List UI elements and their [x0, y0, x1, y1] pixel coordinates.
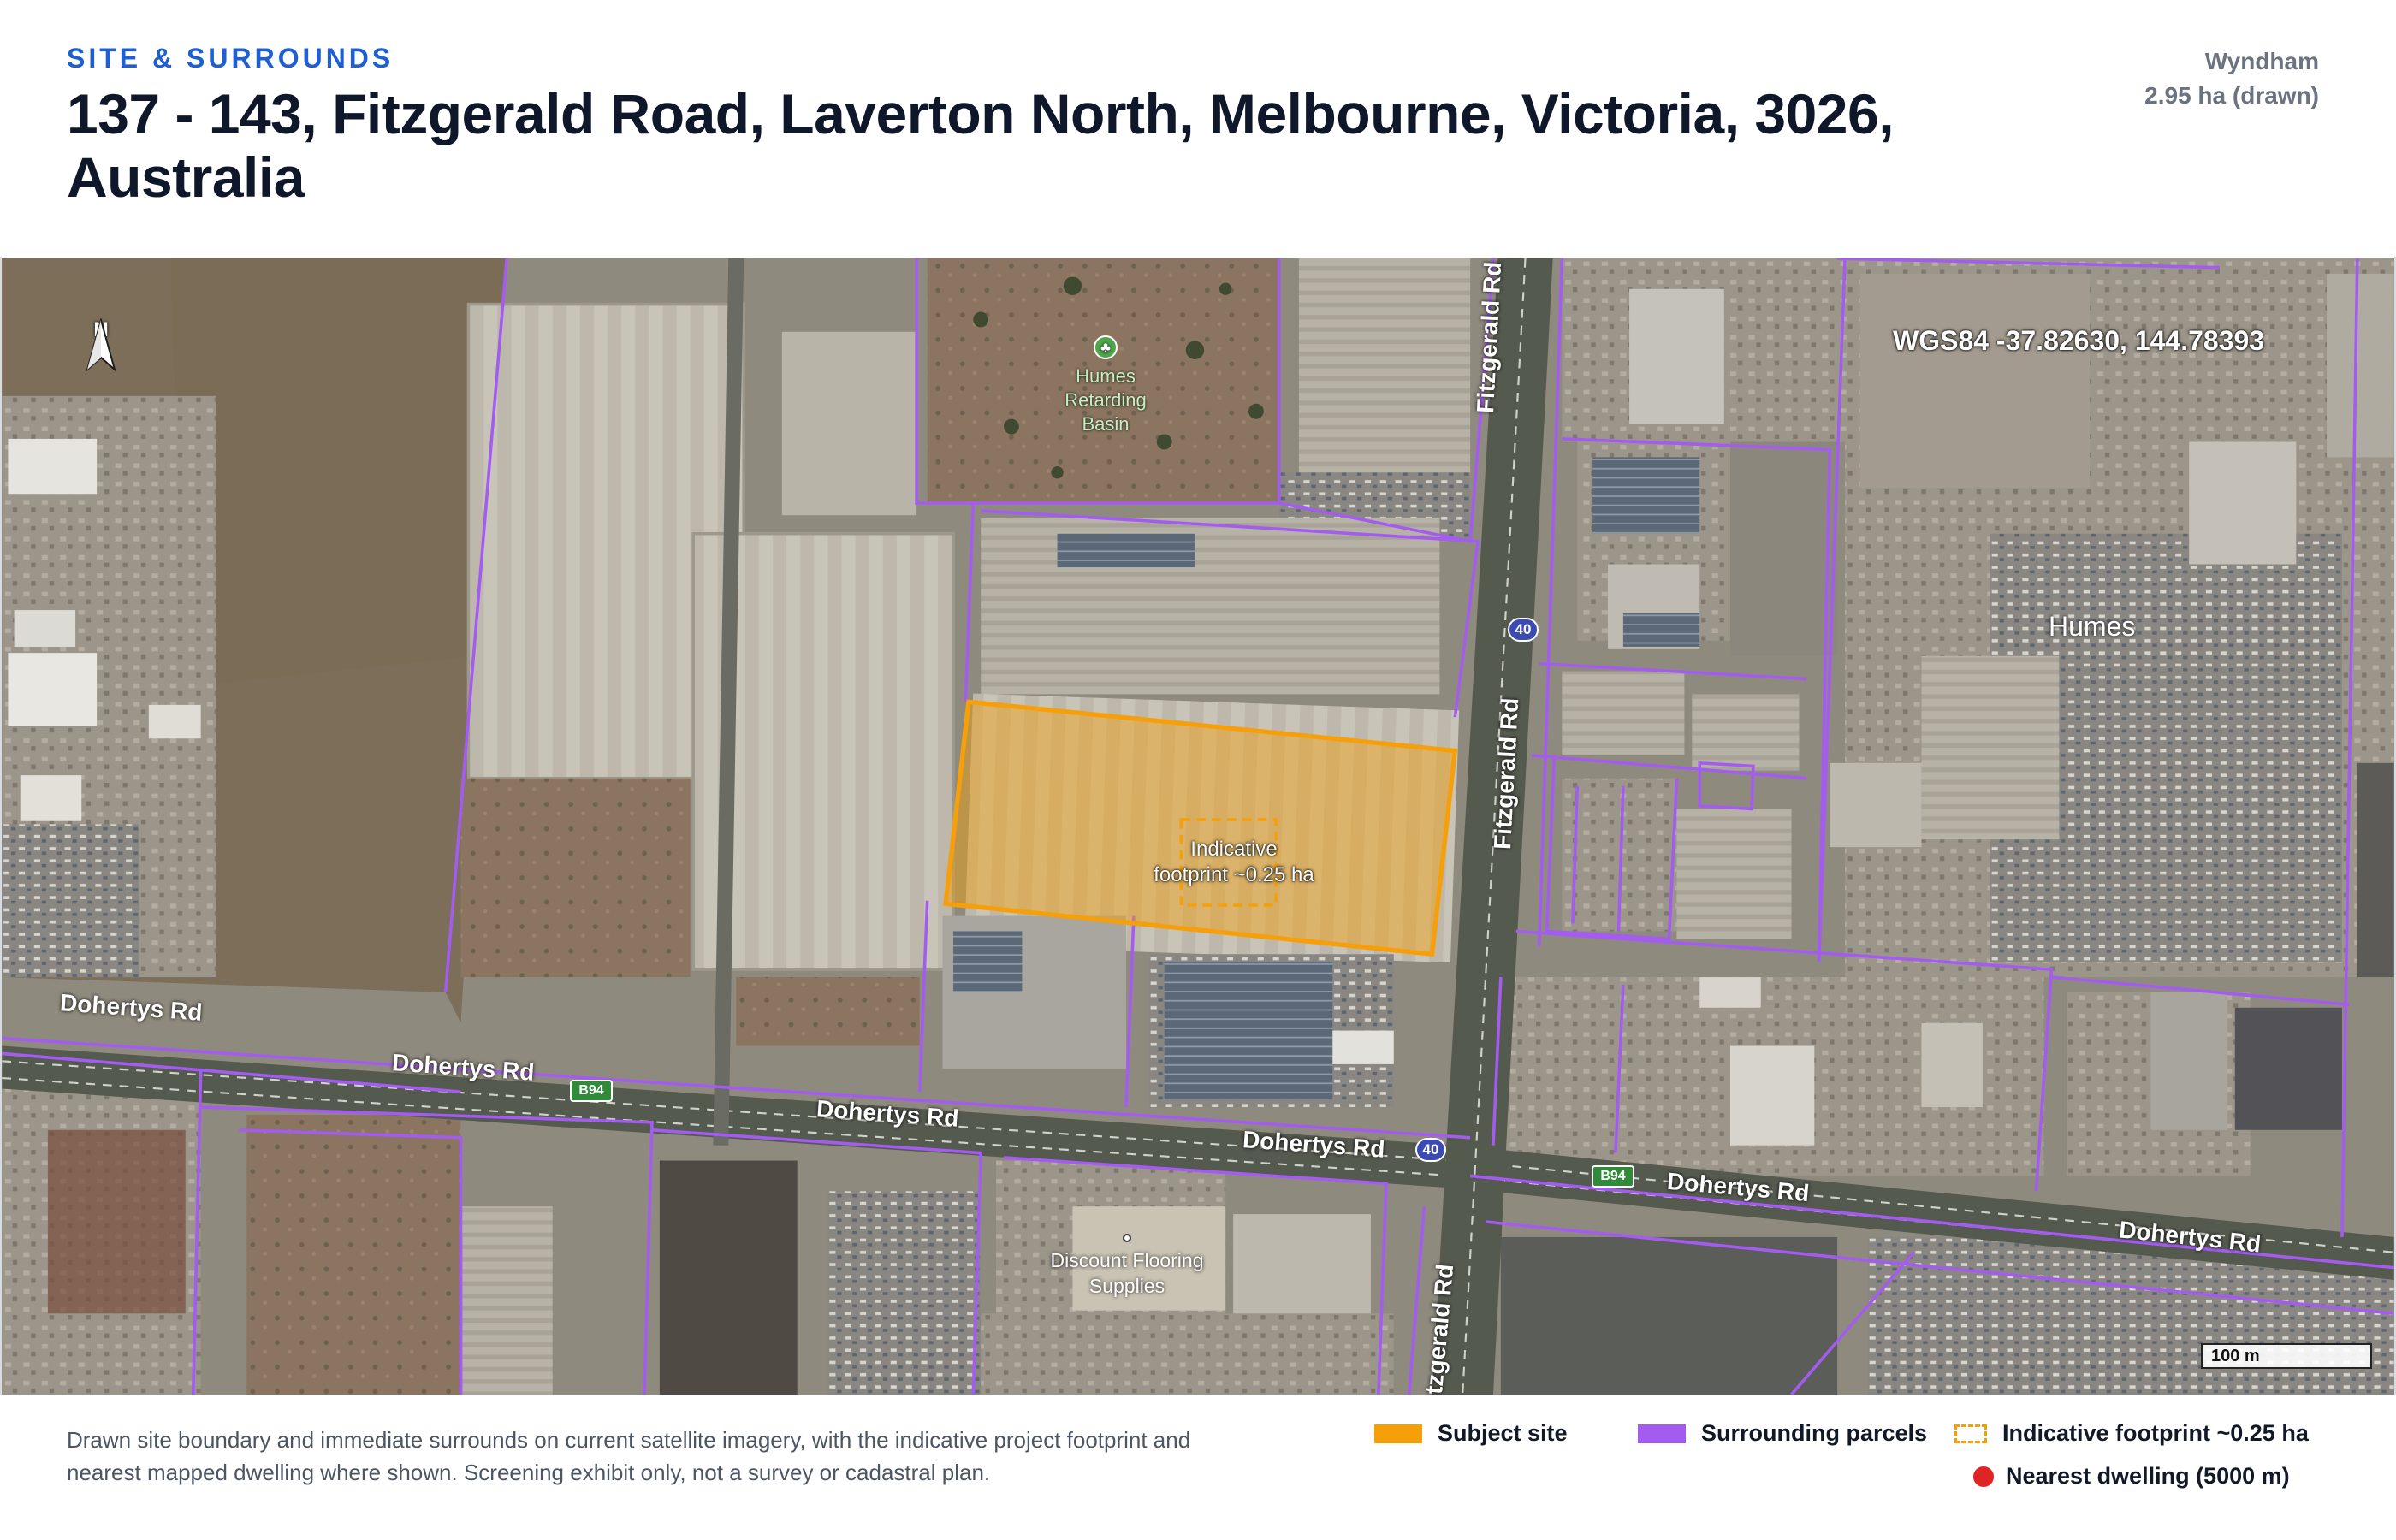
poi-dot-icon — [1123, 1234, 1131, 1242]
footprint-swatch — [1954, 1424, 1987, 1443]
scale-bar: 100 m — [2201, 1343, 2372, 1369]
coords-readout: WGS84 -37.82630, 144.78393 — [1893, 325, 2265, 356]
park-icon: ♣ — [1094, 335, 1118, 359]
route-shield-40-1: 40 — [1508, 618, 1539, 642]
map-caption: Drawn site boundary and immediate surrou… — [67, 1427, 1191, 1485]
section-kicker: SITE & SURROUNDS — [67, 43, 394, 74]
map-legend: Subject site Surrounding parcels Indicat… — [1304, 1420, 2331, 1514]
north-arrow: N — [82, 318, 120, 372]
header: SITE & SURROUNDS 137 - 143, Fitzgerald R… — [0, 0, 2396, 257]
route-shield-b94-1: B94 — [570, 1080, 613, 1102]
page-title: 137 - 143, Fitzgerald Road, Laverton Nor… — [67, 82, 1895, 209]
scale-label: 100 m — [2211, 1347, 2260, 1365]
site-area: 2.95 ha (drawn) — [2144, 82, 2319, 109]
site-footprint-label: Indicative footprint ~0.25 ha — [1154, 838, 1314, 886]
subject-site-swatch — [1374, 1424, 1422, 1443]
site-meta: Wyndham 2.95 ha (drawn) — [2144, 44, 2319, 113]
legend-subject-site: Subject site — [1374, 1420, 1568, 1447]
route-shield-40-2: 40 — [1415, 1138, 1446, 1162]
legend-surrounding-parcels: Surrounding parcels — [1638, 1420, 1927, 1447]
legend-nearest-dwelling: Nearest dwelling (5000 m) — [1973, 1463, 2290, 1490]
map-canvas — [2, 258, 2394, 1395]
legend-indicative-footprint: Indicative footprint ~0.25 ha — [1954, 1420, 2309, 1447]
poi-humes: Humes — [2049, 611, 2136, 642]
lga-name: Wyndham — [2204, 48, 2319, 74]
route-shield-b94-2: B94 — [1592, 1165, 1634, 1188]
dwelling-dot-icon — [1973, 1466, 1994, 1487]
parcels-swatch — [1638, 1424, 1686, 1443]
satellite-map[interactable]: N WGS84 -37.82630, 144.78393 ♣ Humes Ret… — [2, 258, 2394, 1395]
poi-humes-retarding-basin: ♣ Humes Retarding Basin — [1050, 335, 1161, 436]
north-arrow-icon — [86, 318, 116, 372]
footer: Drawn site boundary and immediate surrou… — [0, 1395, 2396, 1540]
poi-discount-flooring: Discount Flooring Supplies — [1024, 1234, 1230, 1299]
